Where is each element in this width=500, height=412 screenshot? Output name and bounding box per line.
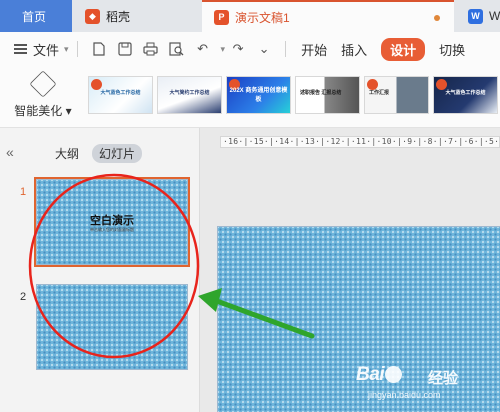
slide-thumbnail-1[interactable]: 空白演示 单击输入您的封面副标题 — [34, 177, 190, 267]
tab-start[interactable]: 开始 — [301, 40, 327, 59]
tab-home-label: 首页 — [22, 9, 47, 24]
new-file-icon[interactable] — [89, 39, 109, 59]
template-thumbnail[interactable]: 大气蓝色工作总结 — [88, 76, 153, 114]
template-thumbnail[interactable]: 202X 商务通用创意模板 — [226, 76, 291, 114]
chevron-down-icon: ▾ — [64, 43, 69, 54]
slide-title: 空白演示 — [90, 215, 134, 227]
baidu-watermark: Bai 经验 jingyan.baidu.com — [356, 364, 496, 410]
slide-number: 2 — [20, 291, 27, 303]
template-thumbnail[interactable]: 大气蓝色工作总结 — [433, 76, 498, 114]
tab-document[interactable]: P 演示文稿1 — [202, 0, 454, 32]
divider — [285, 41, 287, 57]
tab-daoke-label: 稻壳 — [106, 9, 131, 24]
chevron-down-icon: ▾ — [65, 104, 72, 118]
slide-panel: « 大纲 幻灯片 1 空白演示 单击输入您的封面副标题 2 — [0, 128, 200, 412]
cube-icon — [29, 70, 57, 98]
more-icon[interactable]: ⌄ — [254, 39, 274, 59]
collapse-panel-icon[interactable]: « — [6, 144, 14, 160]
template-title: 述职报告 汇报总结 — [300, 90, 342, 96]
paw-icon — [385, 366, 403, 384]
watermark-logo-text: Bai — [356, 364, 385, 385]
slide-subtitle: 单击输入您的封面副标题 — [90, 227, 134, 232]
redo-icon[interactable]: ↷ — [228, 39, 248, 59]
template-title: 大气蓝色工作总结 — [100, 90, 141, 96]
tab-insert[interactable]: 插入 — [341, 40, 367, 59]
slide-thumbnail-2[interactable] — [36, 284, 188, 370]
horizontal-ruler: ·16·|·15·|·14·|·13·|·12·|·11·|·10·|·9·|·… — [220, 136, 500, 148]
design-ribbon: 智能美化 ▾ 大气蓝色工作总结 大气简约工作总结 202X 商务通用创意模板 述… — [0, 66, 500, 128]
template-title: 大气蓝色工作总结 — [445, 90, 486, 96]
tab-transition[interactable]: 切换 — [439, 40, 465, 59]
menu-bar: 文件 ▾ ↶ ▾ ↷ ⌄ 开始 插入 设计 切换 — [0, 32, 500, 66]
template-thumbnail[interactable]: 述职报告 汇报总结 — [295, 76, 360, 114]
template-title: 工作汇报 — [369, 90, 390, 96]
tab-outline[interactable]: 大纲 — [55, 145, 79, 162]
tab-home[interactable]: 首页 — [0, 0, 72, 32]
file-menu-label: 文件 — [33, 42, 60, 58]
slide-number: 1 — [20, 186, 27, 198]
presentation-file-icon: P — [214, 9, 229, 25]
print-icon[interactable] — [141, 39, 161, 59]
undo-icon[interactable]: ↶ — [193, 39, 213, 59]
print-preview-icon[interactable] — [167, 39, 187, 59]
template-thumbnail[interactable]: 工作汇报 — [364, 76, 429, 114]
smart-beautify-button[interactable]: 智能美化 ▾ — [8, 70, 78, 119]
tab-bar: 首页 ◆ 稻壳 P 演示文稿1 W WI — [0, 0, 500, 32]
tab-document-label: 演示文稿1 — [235, 10, 290, 25]
tab-wps-label: WI — [489, 9, 500, 23]
writer-file-icon: W — [468, 8, 483, 24]
hamburger-icon — [14, 44, 27, 54]
watermark-logo: Bai — [356, 364, 403, 386]
template-title: 大气简约工作总结 — [169, 90, 210, 96]
template-gallery: 大气蓝色工作总结 大气简约工作总结 202X 商务通用创意模板 述职报告 汇报总… — [88, 76, 498, 114]
template-thumbnail[interactable]: 大气简约工作总结 — [157, 76, 222, 114]
watermark-jingyan: 经验 — [428, 370, 459, 387]
tab-daoke[interactable]: ◆ 稻壳 — [73, 0, 201, 32]
watermark-url: jingyan.baidu.com — [368, 390, 441, 400]
smart-beautify-label: 智能美化 — [14, 104, 63, 118]
file-menu-button[interactable]: 文件 ▾ — [14, 40, 69, 59]
daoke-logo-icon: ◆ — [85, 8, 100, 24]
save-icon[interactable] — [115, 39, 135, 59]
divider — [76, 41, 78, 57]
tab-design[interactable]: 设计 — [381, 37, 426, 61]
undo-dropdown-icon[interactable]: ▾ — [221, 44, 226, 55]
unsaved-dot-icon — [434, 15, 440, 21]
template-title: 202X 商务通用创意模板 — [229, 88, 288, 103]
tab-wps[interactable]: W WI — [458, 0, 500, 32]
tab-slides[interactable]: 幻灯片 — [92, 144, 143, 163]
